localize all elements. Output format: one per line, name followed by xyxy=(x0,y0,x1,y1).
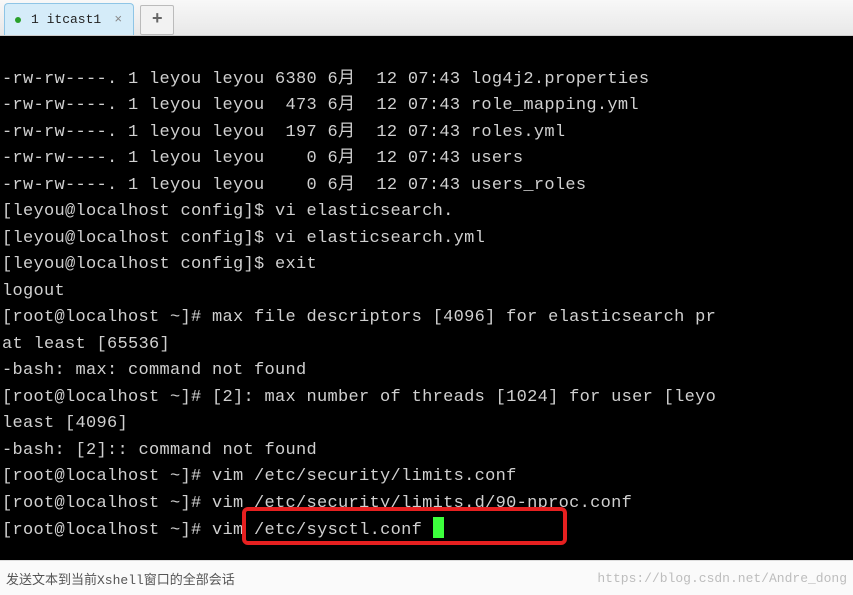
status-text: 发送文本到当前Xshell窗口的全部会话 xyxy=(6,569,235,588)
status-bar: 发送文本到当前Xshell窗口的全部会话 https://blog.csdn.n… xyxy=(0,560,853,595)
terminal-output[interactable]: -rw-rw----. 1 leyou leyou 6380 6月 12 07:… xyxy=(0,36,853,560)
output-line: -bash: max: command not found xyxy=(2,361,307,380)
output-line: at least [65536] xyxy=(2,335,170,354)
ls-line: -rw-rw----. 1 leyou leyou 473 6月 12 07:4… xyxy=(2,96,639,115)
new-tab-button[interactable]: + xyxy=(140,5,174,35)
ls-line: -rw-rw----. 1 leyou leyou 0 6月 12 07:43 … xyxy=(2,149,523,168)
ls-line: -rw-rw----. 1 leyou leyou 197 6月 12 07:4… xyxy=(2,123,565,142)
prompt-line: [leyou@localhost config]$ vi elasticsear… xyxy=(2,202,454,221)
ls-line: -rw-rw----. 1 leyou leyou 0 6月 12 07:43 … xyxy=(2,176,586,195)
prompt-line: [leyou@localhost config]$ exit xyxy=(2,255,317,274)
output-line: least [4096] xyxy=(2,414,128,433)
prompt-line: [root@localhost ~]# vim /etc/security/li… xyxy=(2,467,517,486)
tab-label: 1 itcast1 xyxy=(31,12,101,27)
prompt-line: [root@localhost ~]# vim /etc/security/li… xyxy=(2,494,632,513)
tab-bar: 1 itcast1 × + xyxy=(0,0,853,36)
ls-line: -rw-rw----. 1 leyou leyou 6380 6月 12 07:… xyxy=(2,70,649,89)
prompt-line: [root@localhost ~]# max file descriptors… xyxy=(2,308,716,327)
current-command: vim /etc/sysctl.conf xyxy=(212,521,433,540)
tab-status-dot xyxy=(15,17,21,23)
cursor xyxy=(433,517,444,538)
prompt-line: [root@localhost ~]# [2]: max number of t… xyxy=(2,388,716,407)
output-line: logout xyxy=(2,282,65,301)
watermark: https://blog.csdn.net/Andre_dong xyxy=(597,571,847,586)
plus-icon: + xyxy=(152,10,163,30)
tab-itcast1[interactable]: 1 itcast1 × xyxy=(4,3,134,35)
output-line: -bash: [2]:: command not found xyxy=(2,441,317,460)
prompt-line: [leyou@localhost config]$ vi elasticsear… xyxy=(2,229,485,248)
close-icon[interactable]: × xyxy=(111,13,125,27)
current-prompt: [root@localhost ~]# xyxy=(2,521,212,540)
